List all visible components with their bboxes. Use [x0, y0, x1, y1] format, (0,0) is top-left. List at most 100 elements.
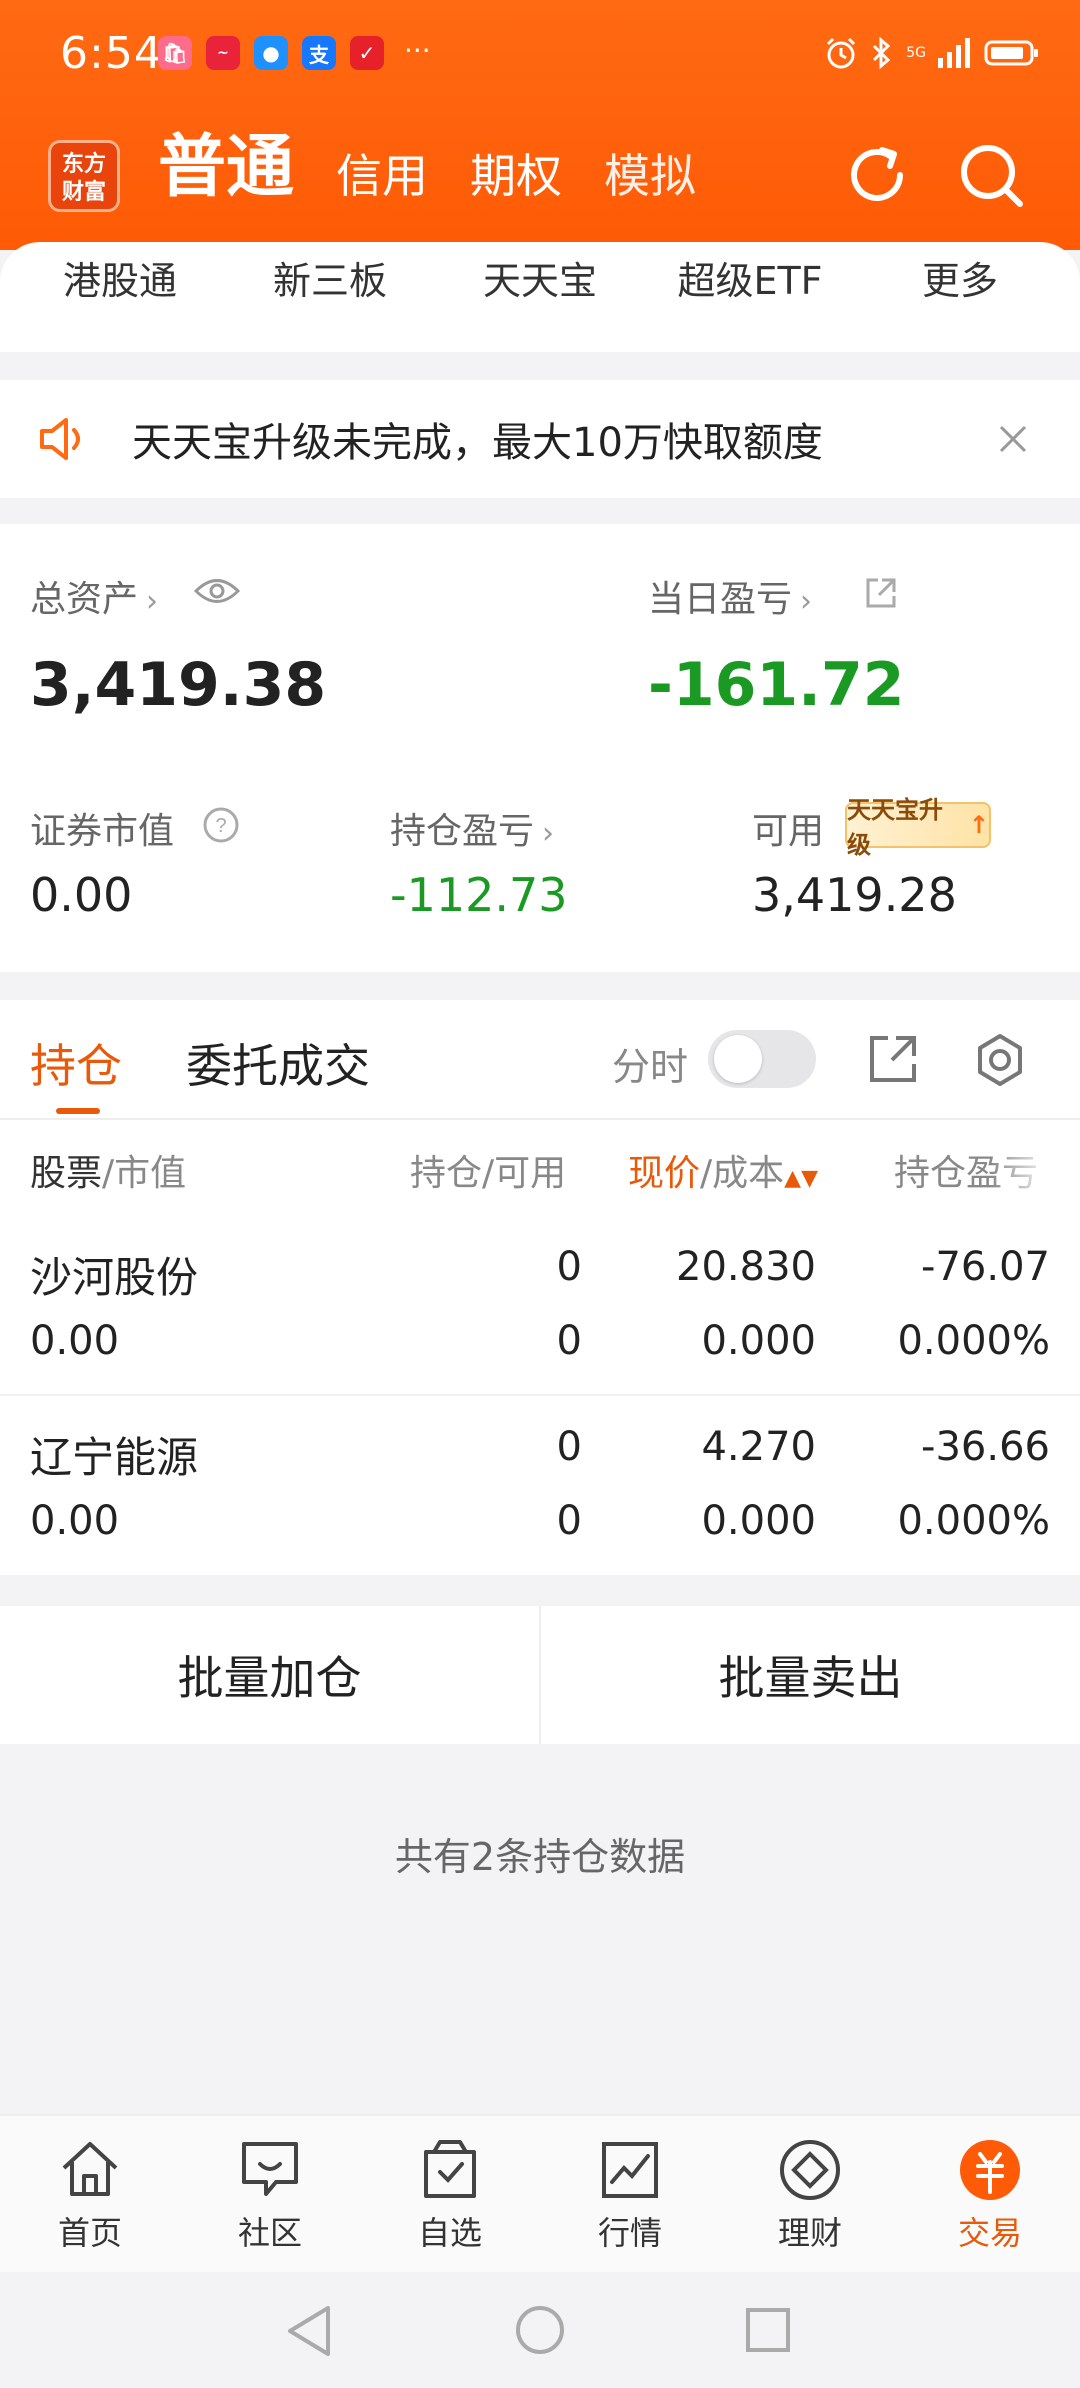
col-mv-text: /市值: [102, 1153, 187, 1194]
refresh-icon[interactable]: [842, 140, 912, 210]
asset-summary: 总资产 › 3,419.38 当日盈亏 › -161.72 证券市值 ? 0.00 …: [0, 524, 1080, 972]
home-circle-icon[interactable]: [514, 2304, 566, 2356]
home-icon: [62, 2142, 118, 2196]
nav-label: 自选: [417, 2214, 482, 2252]
market-value: 0.00: [30, 868, 133, 922]
trade-icon: [960, 2140, 1020, 2200]
total-assets-label[interactable]: 总资产 ›: [30, 570, 158, 622]
nav-wealth[interactable]: 理财: [720, 2116, 900, 2272]
chevron-right-icon: ›: [146, 584, 159, 619]
stock-market-value: 0.00: [30, 1498, 120, 1544]
gear-icon[interactable]: [972, 1032, 1028, 1088]
message-app-icon: ●: [254, 36, 288, 70]
nav-label: 理财: [777, 2214, 842, 2252]
search-icon[interactable]: [956, 140, 1026, 210]
available-label: 可用: [752, 811, 825, 852]
tab-normal[interactable]: 普通: [158, 128, 294, 208]
bulk-actions: 批量加仓 批量卖出: [0, 1606, 1080, 1744]
menu-neeq[interactable]: 新三板: [225, 250, 435, 305]
col-price-text: 现价: [628, 1153, 701, 1194]
arrow-up-icon: ↑: [968, 811, 989, 839]
chart-icon: [602, 2142, 658, 2198]
row-divider: [0, 1394, 1080, 1396]
available-value: 3,419.28: [752, 868, 957, 922]
daily-pl-label[interactable]: 当日盈亏 ›: [648, 570, 812, 622]
holdings-count-text: 共有2条持仓数据: [394, 1835, 686, 1879]
bulk-add-button[interactable]: 批量加仓: [0, 1606, 539, 1744]
status-time: 6:54: [60, 28, 163, 79]
more-notifications-icon: ···: [404, 34, 431, 67]
available-qty: 0: [556, 1498, 582, 1544]
watchlist-icon: [424, 2140, 476, 2198]
status-app-icons: 🛍 ~ ● 支 ✓ ···: [158, 36, 431, 70]
notice-text: 天天宝升级未完成，最大10万快取额度: [132, 420, 823, 466]
status-bar: 6:54 🛍 ~ ● 支 ✓ ··· 5G: [0, 22, 1080, 82]
daily-pl-value: -161.72: [648, 650, 905, 720]
close-icon[interactable]: [998, 424, 1028, 454]
tab-orders-trades[interactable]: 委托成交: [186, 1030, 370, 1096]
help-icon[interactable]: ?: [202, 806, 240, 844]
logo-line2: 财富: [61, 180, 106, 205]
menu-super-etf[interactable]: 超级ETF: [645, 250, 855, 305]
status-right-icons: 5G: [824, 36, 1040, 70]
stock-app-icon: ~: [206, 36, 240, 70]
current-price: 4.270: [701, 1424, 816, 1470]
share-icon[interactable]: [864, 576, 898, 610]
tab-credit[interactable]: 信用: [336, 148, 428, 208]
sort-icon: ▲▼: [784, 1166, 818, 1191]
wealth-icon: [780, 2140, 840, 2200]
nav-market[interactable]: 行情: [540, 2116, 720, 2272]
position-pl-value: -112.73: [390, 868, 568, 922]
nav-trade[interactable]: 交易: [900, 2116, 1080, 2272]
tab-underline: [56, 1108, 100, 1114]
bottom-navigation: 首页 社区 自选 行情 理财 交易: [0, 2114, 1080, 2272]
position-pl: -36.66: [921, 1424, 1050, 1470]
nav-label: 社区: [237, 2214, 302, 2252]
col-stock-text: 股票: [30, 1153, 103, 1194]
app-logo: 东方 财富: [48, 140, 120, 212]
menu-more[interactable]: 更多: [855, 250, 1065, 305]
daily-pl-label-text: 当日盈亏: [648, 579, 793, 620]
notice-bar[interactable]: 天天宝升级未完成，最大10万快取额度: [0, 380, 1080, 498]
recents-icon[interactable]: [744, 2306, 792, 2354]
eye-icon[interactable]: [194, 574, 240, 608]
nav-home[interactable]: 首页: [0, 2116, 180, 2272]
col-cost-text: /成本: [700, 1153, 785, 1194]
logo-line1: 东方: [61, 152, 106, 177]
menu-tiantianbao[interactable]: 天天宝: [435, 250, 645, 305]
col-price-cost[interactable]: 现价/成本▲▼: [628, 1144, 818, 1196]
badge-text: 天天宝升级: [847, 796, 943, 859]
tab-options[interactable]: 期权: [470, 148, 562, 208]
intraday-toggle[interactable]: [708, 1030, 816, 1088]
position-pl-label[interactable]: 持仓盈亏 ›: [390, 802, 554, 854]
nav-community[interactable]: 社区: [180, 2116, 360, 2272]
position-pl-label-text: 持仓盈亏: [390, 811, 535, 852]
col-stock-mv: 股票/市值: [30, 1144, 186, 1196]
chevron-right-icon: ›: [542, 816, 555, 851]
available-qty: 0: [556, 1318, 582, 1364]
menu-hk-connect[interactable]: 港股通: [15, 250, 225, 305]
export-icon[interactable]: [868, 1034, 918, 1084]
tiantianbao-upgrade-badge[interactable]: 天天宝升级 ↑: [845, 796, 991, 859]
nav-label: 行情: [597, 2214, 662, 2252]
bulk-sell-button[interactable]: 批量卖出: [541, 1606, 1080, 1744]
app-header: 6:54 🛍 ~ ● 支 ✓ ··· 5G 东方 财富 普通 信用 期权 模拟: [0, 0, 1080, 250]
tab-simulation[interactable]: 模拟: [604, 148, 696, 208]
network-type: 5G: [906, 45, 926, 61]
shop-app-icon: 🛍: [158, 36, 192, 70]
position-qty: 0: [556, 1424, 582, 1470]
signal-icon: [938, 38, 970, 68]
chevron-right-icon: ›: [800, 584, 813, 619]
chat-icon: [242, 2142, 298, 2196]
news-app-icon: ✓: [350, 36, 384, 70]
nav-watchlist[interactable]: 自选: [360, 2116, 540, 2272]
position-pl-pct: 0.000%: [897, 1318, 1050, 1364]
svg-text:?: ?: [215, 815, 226, 837]
stock-name: 沙河股份: [30, 1253, 199, 1302]
divider: [0, 1118, 1080, 1120]
toggle-knob: [714, 1035, 762, 1083]
col-position-available: 持仓/可用: [410, 1153, 567, 1194]
back-icon[interactable]: [284, 2304, 334, 2358]
alarm-icon: [827, 37, 856, 69]
tab-holdings[interactable]: 持仓: [30, 1030, 122, 1096]
